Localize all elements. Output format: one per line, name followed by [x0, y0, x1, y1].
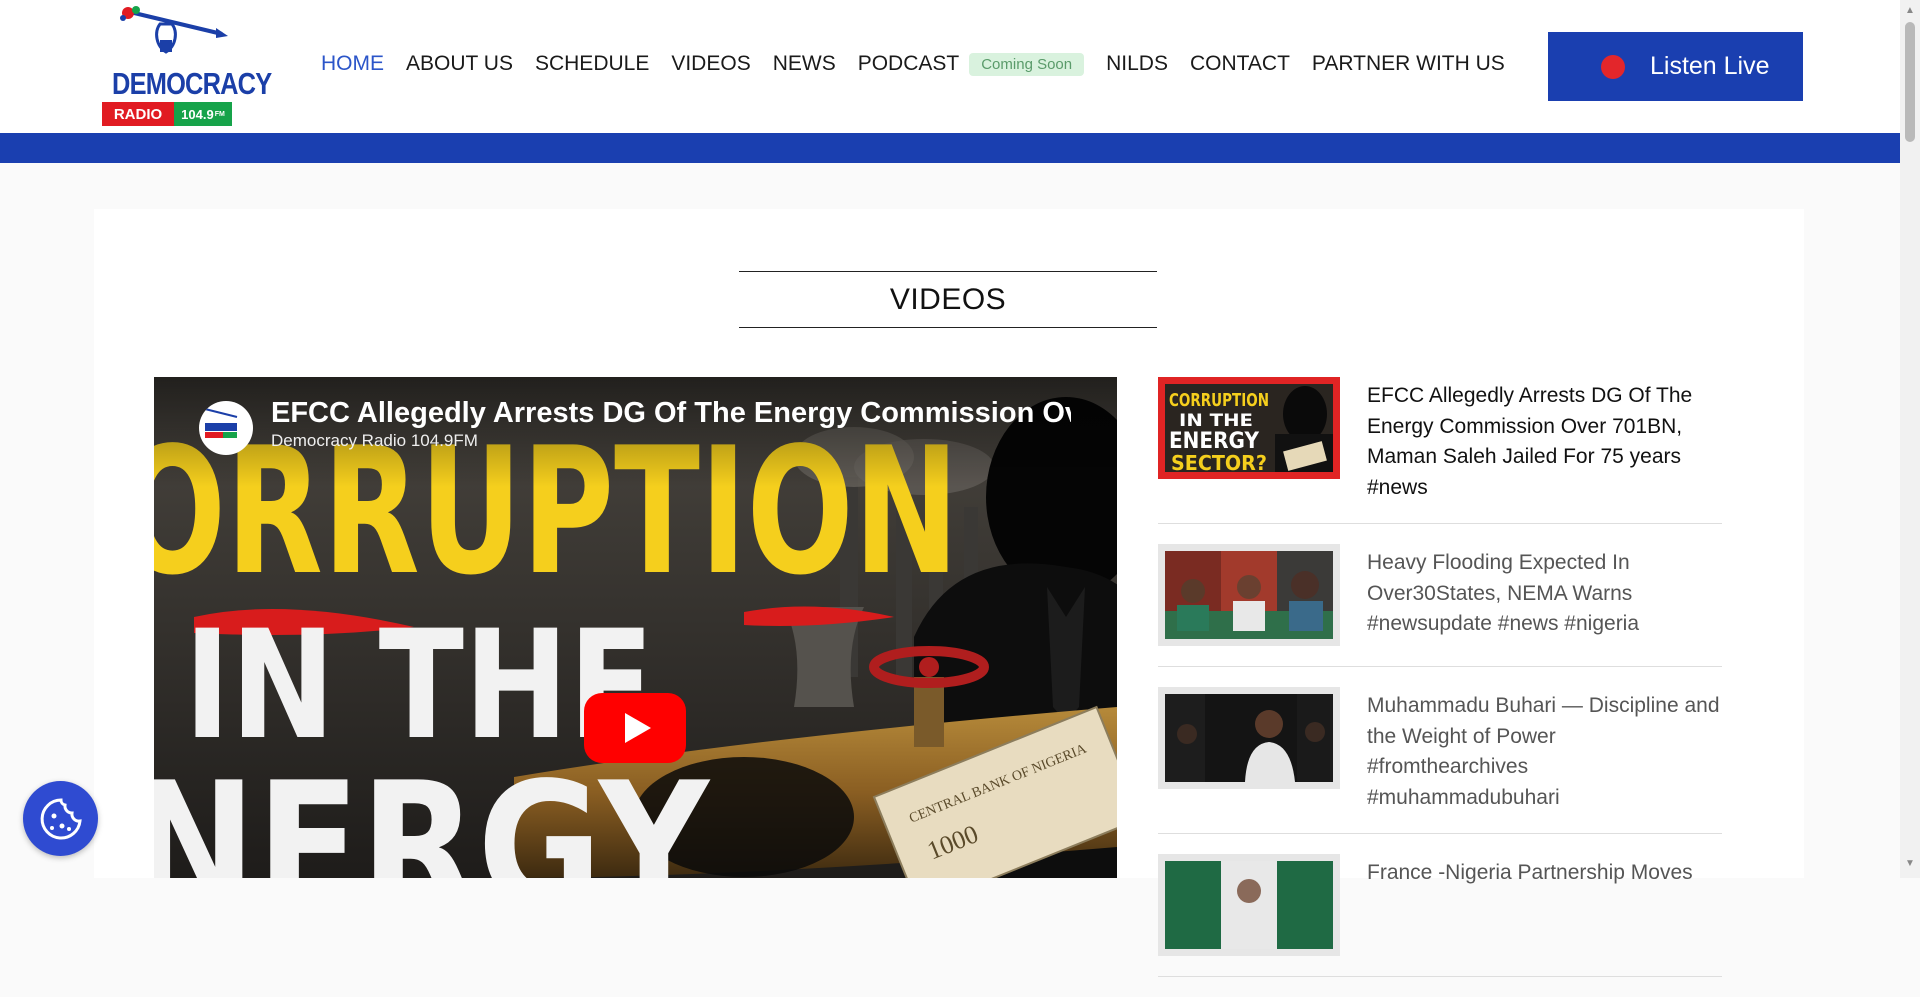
thumb-text-in-the: IN THE: [1179, 411, 1253, 431]
play-icon: [625, 713, 651, 743]
logo-band: RADIO 104.9 FM: [102, 102, 232, 126]
scrollbar-thumb[interactable]: [1905, 22, 1915, 142]
logo-freq-unit: FM: [214, 110, 225, 118]
nav-podcast[interactable]: PODCAST: [858, 52, 960, 76]
section-title: VIDEOS: [739, 271, 1157, 328]
video-list-item[interactable]: Muhammadu Buhari — Discipline and the We…: [1158, 687, 1722, 834]
video-list-title[interactable]: France -Nigeria Partnership Moves: [1367, 854, 1693, 956]
main-nav: HOME ABOUT US SCHEDULE VIDEOS NEWS PODCA…: [321, 52, 1527, 76]
video-thumb-image: CORRUPTION IN THE ENERGY SECTOR?: [1165, 384, 1333, 472]
site-header: DEMOCRACY RADIO 104.9 FM HOME ABOUT US SC…: [0, 0, 1900, 133]
video-list-title[interactable]: Muhammadu Buhari — Discipline and the We…: [1367, 687, 1722, 813]
video-thumb-image: [1165, 694, 1333, 782]
scroll-down-arrow-icon[interactable]: ▼: [1905, 858, 1915, 869]
nav-partner-with-us[interactable]: PARTNER WITH US: [1312, 52, 1505, 76]
featured-video-player[interactable]: CENTRAL BANK OF NIGERIA 1000 ORRUPTION I…: [154, 377, 1117, 878]
page-scrollbar[interactable]: ▲ ▼: [1900, 0, 1920, 878]
thumb-text-sector: SECTOR?: [1171, 451, 1267, 472]
nav-news[interactable]: NEWS: [773, 52, 836, 76]
nav-videos[interactable]: VIDEOS: [671, 52, 750, 76]
nav-nilds[interactable]: NILDS: [1106, 52, 1168, 76]
cookie-settings-button[interactable]: [23, 781, 98, 856]
coming-soon-badge: Coming Soon: [969, 52, 1085, 76]
logo-radio-label: RADIO: [102, 102, 174, 126]
live-dot-icon: [1601, 54, 1625, 79]
video-title[interactable]: EFCC Allegedly Arrests DG Of The Energy …: [271, 397, 1071, 430]
video-channel-name[interactable]: Democracy Radio 104.9FM: [271, 431, 478, 451]
video-list-title[interactable]: EFCC Allegedly Arrests DG Of The Energy …: [1367, 377, 1722, 503]
logo-wordmark: DEMOCRACY: [112, 66, 272, 101]
video-list-title[interactable]: Heavy Flooding Expected In Over30States,…: [1367, 544, 1722, 646]
video-list-item[interactable]: CORRUPTION IN THE ENERGY SECTOR? EFCC Al…: [1158, 377, 1722, 524]
video-list-item[interactable]: Heavy Flooding Expected In Over30States,…: [1158, 544, 1722, 667]
listen-live-button[interactable]: Listen Live: [1548, 32, 1803, 101]
header-accent-bar: [0, 133, 1900, 163]
logo-freq-number: 104.9: [181, 106, 214, 122]
youtube-play-button[interactable]: [584, 693, 686, 763]
thumb-text-corruption: CORRUPTION: [1169, 390, 1269, 411]
video-thumb[interactable]: [1158, 687, 1340, 789]
video-thumb-image: [1165, 861, 1333, 949]
video-thumb-image: [1165, 551, 1333, 639]
channel-logo-icon: [204, 408, 238, 438]
nav-about-us[interactable]: ABOUT US: [406, 52, 513, 76]
channel-avatar[interactable]: [199, 401, 253, 455]
cookie-icon: [40, 797, 82, 839]
listen-live-label: Listen Live: [1650, 52, 1770, 80]
video-thumb[interactable]: [1158, 854, 1340, 956]
torch-emblem-icon: [120, 6, 228, 54]
nav-contact[interactable]: CONTACT: [1190, 52, 1290, 76]
thumb-word-energy: NERGY: [154, 746, 711, 878]
video-thumb[interactable]: CORRUPTION IN THE ENERGY SECTOR?: [1158, 377, 1340, 479]
scroll-up-arrow-icon[interactable]: ▲: [1905, 5, 1915, 16]
video-list-item[interactable]: France -Nigeria Partnership Moves: [1158, 854, 1722, 977]
logo-frequency: 104.9 FM: [174, 102, 232, 126]
site-logo[interactable]: DEMOCRACY RADIO 104.9 FM: [100, 6, 272, 126]
nav-home[interactable]: HOME: [321, 52, 384, 76]
video-thumb[interactable]: [1158, 544, 1340, 646]
nav-schedule[interactable]: SCHEDULE: [535, 52, 649, 76]
video-list: CORRUPTION IN THE ENERGY SECTOR? EFCC Al…: [1158, 377, 1722, 997]
